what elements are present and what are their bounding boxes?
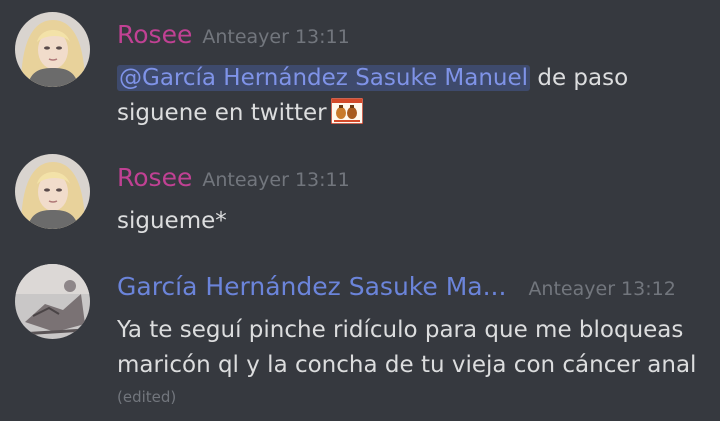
author-name[interactable]: Rosee xyxy=(117,20,192,49)
message-text: de paso xyxy=(537,65,629,91)
timestamp: Anteayer 13:11 xyxy=(202,26,350,48)
message-text: siguene en twitter xyxy=(117,100,327,126)
message-line: @García Hernández Sasuke Manuel de paso xyxy=(117,62,628,94)
message-content: sigueme* xyxy=(117,205,227,237)
author-name[interactable]: Rosee xyxy=(117,163,192,192)
user-avatar-blonde-icon xyxy=(15,12,90,87)
message-line: sigueme* xyxy=(117,205,227,237)
avatar[interactable] xyxy=(15,12,90,87)
timestamp: Anteayer 13:12 xyxy=(528,278,676,300)
message-line: Ya te seguí pinche ridículo para que me … xyxy=(117,314,696,346)
user-avatar-sketch-icon xyxy=(15,264,90,339)
edited-label: (edited) xyxy=(117,388,177,406)
message-text: sigueme* xyxy=(117,208,227,234)
message-text: maricón ql y la concha de tu vieja con c… xyxy=(117,352,697,378)
timestamp: Anteayer 13:11 xyxy=(202,169,350,191)
message-line: siguene en twitter xyxy=(117,97,628,129)
message-line: maricón ql y la concha de tu vieja con c… xyxy=(117,349,696,381)
user-mention[interactable]: @García Hernández Sasuke Manuel xyxy=(117,65,531,91)
author-name[interactable]: García Hernández Sasuke Ma... xyxy=(117,272,506,301)
message-text: Ya te seguí pinche ridículo para que me … xyxy=(117,317,684,343)
avatar[interactable] xyxy=(15,154,90,229)
message-content: @García Hernández Sasuke Manuel de paso … xyxy=(117,62,628,129)
user-avatar-blonde-icon xyxy=(15,154,90,229)
message-content: Ya te seguí pinche ridículo para que me … xyxy=(117,314,696,381)
custom-emoji-icon[interactable] xyxy=(329,97,364,125)
avatar[interactable] xyxy=(15,264,90,339)
chat-messages: Rosee Anteayer 13:11 @García Hernández Sa… xyxy=(0,0,720,421)
